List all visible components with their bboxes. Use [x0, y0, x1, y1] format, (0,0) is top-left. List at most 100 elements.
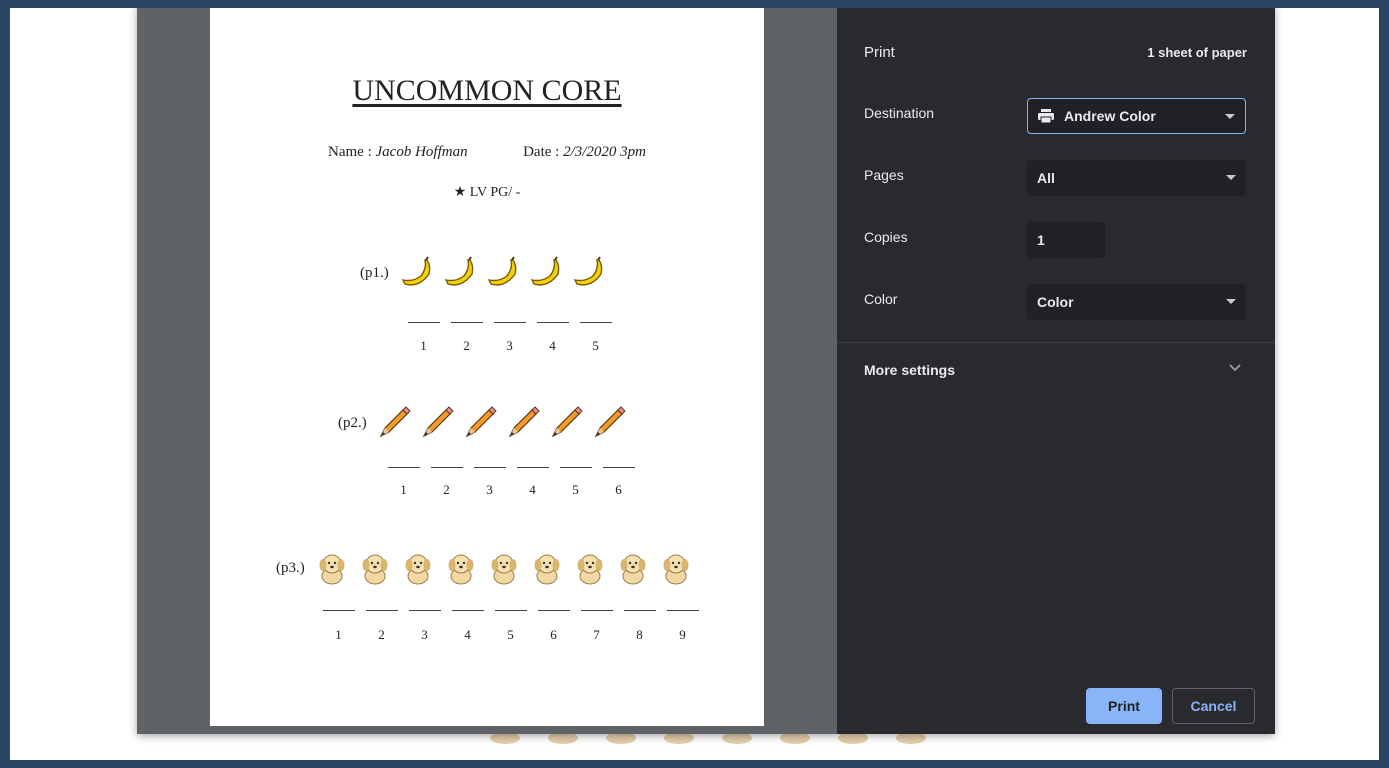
problem-label: (p3.): [276, 559, 305, 576]
blank-number: 6: [615, 482, 622, 497]
puppy-icon: [571, 549, 609, 587]
pencil-icon: [504, 404, 542, 442]
answer-blank: [581, 610, 613, 611]
blank-number: 1: [400, 482, 407, 497]
answer-blank: [603, 467, 635, 468]
copies-label: Copies: [864, 229, 908, 245]
answer-blanks: [388, 467, 646, 468]
color-value: Color: [1037, 294, 1074, 310]
sheet-count: 1 sheet of paper: [1147, 45, 1247, 60]
print-button[interactable]: Print: [1086, 688, 1162, 724]
destination-label: Destination: [864, 105, 935, 121]
answer-blank: [452, 610, 484, 611]
banana-icon: [526, 254, 564, 292]
pencil-icon: [590, 404, 628, 442]
pages-label: Pages: [864, 167, 904, 183]
answer-blank: [474, 467, 506, 468]
puppy-icon: [614, 549, 652, 587]
answer-blank: [580, 322, 612, 323]
chevron-down-icon: [1226, 175, 1236, 180]
blank-number: 3: [506, 338, 513, 353]
pages-select[interactable]: All: [1027, 160, 1246, 196]
more-settings-toggle[interactable]: More settings: [864, 362, 955, 378]
desktop-canvas: UNCOMMON CORE Name : Jacob Hoffman Date …: [10, 8, 1379, 760]
problem-row: (p3.): [276, 549, 700, 587]
blank-number: 9: [679, 627, 686, 642]
puppy-icon: [485, 549, 523, 587]
blank-numbers: 1 2 3 4 5: [402, 338, 617, 354]
blank-number: 6: [550, 627, 557, 642]
print-dialog: UNCOMMON CORE Name : Jacob Hoffman Date …: [137, 8, 1275, 734]
banana-icon: [569, 254, 607, 292]
problem-label: (p2.): [338, 414, 367, 431]
answer-blank: [517, 467, 549, 468]
divider: [837, 342, 1275, 343]
blank-number: 5: [572, 482, 579, 497]
level-line: ★ LV PG/ -: [453, 185, 521, 200]
preview-page: UNCOMMON CORE Name : Jacob Hoffman Date …: [210, 8, 764, 726]
answer-blank: [560, 467, 592, 468]
name-label: Name :: [328, 144, 372, 160]
copies-input[interactable]: 1: [1027, 222, 1105, 258]
print-preview[interactable]: UNCOMMON CORE Name : Jacob Hoffman Date …: [137, 8, 837, 734]
puppy-icon: [442, 549, 480, 587]
answer-blank: [366, 610, 398, 611]
answer-blank: [537, 322, 569, 323]
blank-numbers: 1 2 3 4 5 6: [382, 482, 640, 498]
blank-number: 5: [507, 627, 514, 642]
answer-blanks: [323, 610, 710, 611]
answer-blank: [667, 610, 699, 611]
blank-number: 3: [486, 482, 493, 497]
blank-number: 4: [464, 627, 471, 642]
banana-icon: [440, 254, 478, 292]
answer-blank: [494, 322, 526, 323]
puppy-icon: [528, 549, 566, 587]
pencil-icon: [547, 404, 585, 442]
color-label: Color: [864, 291, 898, 307]
problem-row: (p1.): [360, 254, 612, 292]
blank-number: 3: [421, 627, 428, 642]
destination-select[interactable]: Andrew Color: [1027, 98, 1246, 134]
worksheet-title: UNCOMMON CORE: [352, 74, 622, 107]
color-select[interactable]: Color: [1027, 284, 1246, 320]
blank-number: 8: [636, 627, 643, 642]
cancel-button[interactable]: Cancel: [1172, 688, 1255, 724]
panel-title: Print: [864, 44, 895, 61]
destination-value: Andrew Color: [1064, 108, 1156, 124]
date-label: Date :: [523, 144, 560, 160]
blank-number: 4: [549, 338, 556, 353]
answer-blank: [323, 610, 355, 611]
puppy-icon: [657, 549, 695, 587]
answer-blank: [624, 610, 656, 611]
print-settings-panel: Print 1 sheet of paper Destination Andre…: [837, 8, 1275, 734]
answer-blank: [431, 467, 463, 468]
puppy-icon: [313, 549, 351, 587]
pencil-icon: [375, 404, 413, 442]
name-value: Jacob Hoffman: [375, 144, 468, 160]
puppy-icon: [399, 549, 437, 587]
blank-number: 1: [335, 627, 342, 642]
pencil-icon: [461, 404, 499, 442]
printer-icon: [1038, 109, 1054, 123]
answer-blank: [451, 322, 483, 323]
problem-row: (p2.): [338, 404, 633, 442]
problem-label: (p1.): [360, 264, 389, 281]
chevron-down-icon: [1226, 299, 1236, 304]
banana-icon: [483, 254, 521, 292]
answer-blank: [388, 467, 420, 468]
answer-blank: [495, 610, 527, 611]
pencil-icon: [418, 404, 456, 442]
puppy-icon: [356, 549, 394, 587]
blank-number: 2: [443, 482, 450, 497]
answer-blank: [409, 610, 441, 611]
blank-numbers: 1 2 3 4 5 6 7 8 9: [317, 627, 704, 643]
blank-number: 1: [420, 338, 427, 353]
chevron-down-icon[interactable]: [1229, 364, 1241, 372]
chevron-down-icon: [1225, 114, 1235, 119]
blank-number: 4: [529, 482, 536, 497]
pages-value: All: [1037, 170, 1055, 186]
blank-number: 2: [463, 338, 470, 353]
banana-icon: [397, 254, 435, 292]
blank-number: 7: [593, 627, 600, 642]
answer-blank: [408, 322, 440, 323]
